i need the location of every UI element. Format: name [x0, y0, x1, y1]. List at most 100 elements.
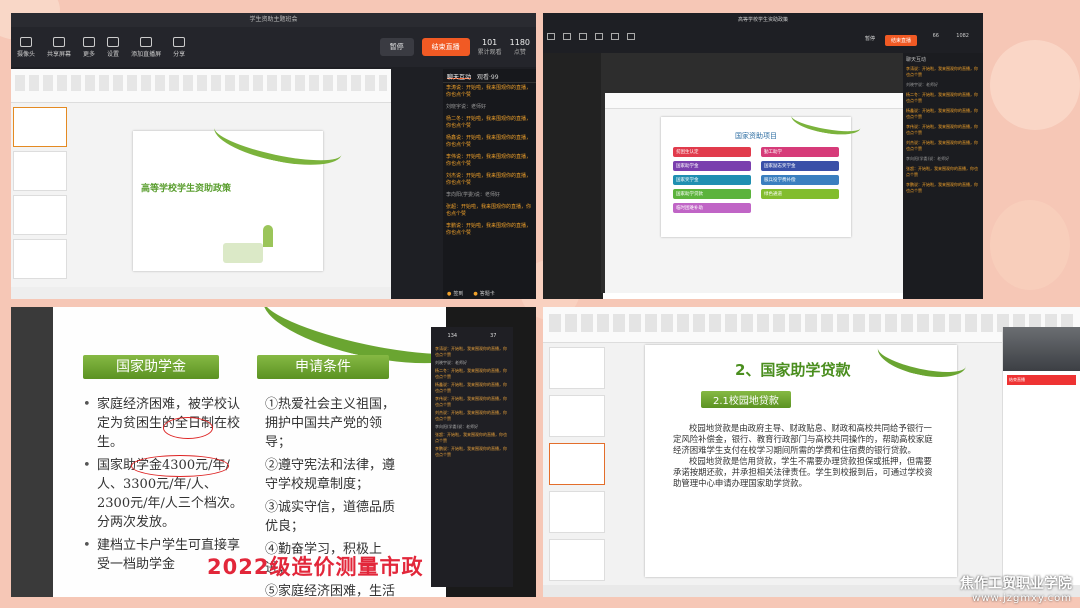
chat-message: 李涛说：开始啦，我来围观你的直播，你也点个赞 — [446, 85, 532, 98]
chat-message: 杨二冬：开始啦，我来围观你的直播，你也点个赞 — [446, 116, 532, 129]
camera-icon — [20, 36, 32, 47]
shared-screen: 国家资助项目 贫困生认定 勤工助学 国家助学金 国家励志奖学金 国家奖学金 服兵役学费补偿… — [601, 53, 905, 293]
chat-message: 刘杰说：开始啦，我来围观你的直播，你也点个赞 — [906, 140, 978, 151]
current-slide: 2、国家助学贷款 2.1校园地贷款 校园地贷款是由政府主导、财政贴息、财政和高校… — [645, 330, 970, 577]
add-screen-button[interactable]: 添加直播屏 — [131, 36, 161, 58]
chat-message-list: 李涛说：开始啦，我来围观你的直播，你也点个赞 刘晓宇说：老师好 杨二冬：开始啦，我来… — [903, 66, 983, 194]
tab-viewers[interactable]: 观看·99 — [477, 72, 499, 81]
stop-live-button[interactable]: 结束直播 — [1007, 375, 1076, 385]
project-item: 绿色通道 — [761, 189, 839, 199]
pause-button[interactable]: 暂停 — [379, 38, 414, 56]
classroom-photo: 国家助学金 申请条件 家庭经济困难，被学校认定为贫困生的全日制在校生。国家助学金… — [11, 307, 536, 597]
presentation-window: 国家资助项目 贫困生认定 勤工助学 国家助学金 国家励志奖学金 国家奖学金 服兵役学费补偿… — [605, 93, 905, 293]
chat-message: 李涛说：开始啦，我来围观你的直播，你也点个赞 — [435, 346, 507, 357]
toolbar-icons — [547, 33, 635, 40]
more-button[interactable]: 更多 — [83, 36, 96, 58]
viewer-count-value: 101 — [481, 38, 498, 47]
viewer-count: 66 — [932, 33, 939, 39]
annotation-circle — [131, 455, 229, 477]
slide-thumbnail[interactable] — [549, 443, 605, 485]
stream-header: 高等学校学生资助政策 暂停 结束直播 66 1082 — [543, 13, 983, 53]
list-item: ①热爱社会主义祖国，拥护中国共产党的领导； — [265, 397, 396, 450]
stop-live-button[interactable]: 结束直播 — [421, 38, 470, 56]
body-paragraph: 校园地贷款是由政府主导、财政贴息、财政和高校共同给予银行一定风险补偿金，银行、教… — [673, 423, 933, 455]
slide-thumbnail[interactable] — [13, 195, 67, 235]
status-bar — [11, 287, 391, 299]
chat-message: 李伟说：开始啦，我来围观你的直播，你也点个赞 — [435, 396, 507, 407]
body-paragraph: 校园地贷款是信用贷款，学生不需要办理贷款担保或抵押，但需要承诺按期还款，并承担相… — [673, 456, 933, 488]
stop-live-button[interactable]: 结束直播 — [884, 35, 917, 46]
chat-message: 李鹏说：开始啦，我来围观你的直播，你也点个赞 — [906, 182, 978, 193]
chat-message: 刘晓宇说：老师好 — [435, 360, 467, 365]
camera-preview — [1003, 327, 1080, 371]
book-illustration — [223, 243, 263, 263]
pause-button[interactable]: 暂停 — [865, 35, 875, 42]
chat-message: 刘晓宇说：老师好 — [446, 104, 487, 110]
slide-decoration — [210, 107, 346, 175]
camera-button[interactable]: 摄像头 — [17, 36, 35, 58]
answer-card-button[interactable]: 答题卡 — [473, 290, 495, 297]
settings-button[interactable]: 设置 — [107, 36, 119, 58]
slide-thumbnail[interactable] — [549, 395, 605, 437]
gear-icon[interactable] — [595, 33, 603, 40]
chat-message: 刘杰说：开始啦，我来围观你的直播，你也点个赞 — [435, 410, 507, 421]
slide-subtitle: 2.1校园地贷款 — [701, 391, 791, 408]
ribbon-tools[interactable] — [15, 75, 387, 91]
viewer-count: 101 累计观看 — [478, 38, 502, 56]
chat-message: 李涛说：开始啦，我来围观你的直播，你也点个赞 — [906, 66, 978, 77]
left-title: 国家助学金 — [83, 355, 219, 379]
add-screen-icon[interactable] — [611, 33, 619, 40]
screen-share-icon — [53, 36, 66, 47]
chat-message: 李向阳(学委)说：老师好 — [446, 192, 500, 198]
slide-thumbnail[interactable] — [13, 151, 67, 191]
list-item: ③诚实守信，道德品质优良； — [265, 500, 396, 534]
tab-chat[interactable]: 聊天互动 — [906, 56, 926, 63]
slide-thumbnail[interactable] — [13, 107, 67, 147]
ribbon[interactable] — [605, 93, 905, 109]
share-button[interactable]: 分享 — [173, 36, 186, 58]
slide-thumbnail[interactable] — [549, 539, 605, 581]
slide-thumbnails — [13, 107, 71, 285]
project-item: 勤工助学 — [761, 147, 839, 157]
background-decoration — [990, 200, 1070, 290]
slide-thumbnail[interactable] — [549, 491, 605, 533]
tab-chat[interactable]: 聊天互动 — [447, 72, 472, 81]
slide-title: 2、国家助学贷款 — [735, 361, 851, 379]
screen-share-label: 共享屏幕 — [47, 50, 72, 58]
slide-thumbnail[interactable] — [549, 347, 605, 389]
chat-message: 杨鑫说：开始啦，我来围观你的直播，你也点个赞 — [446, 135, 532, 148]
current-slide: 国家资助项目 贫困生认定 勤工助学 国家助学金 国家励志奖学金 国家奖学金 服兵役学费补偿… — [661, 105, 863, 237]
screen-share-button[interactable]: 共享屏幕 — [47, 36, 72, 58]
presentation-window: 高等学校学生资助政策 — [11, 69, 391, 299]
share-label: 分享 — [173, 50, 186, 58]
annotation-circle — [163, 417, 213, 439]
list-item: ⑤家庭经济困难，生活俭朴。 — [265, 584, 396, 597]
chat-message: 李向阳(学委)说：老师好 — [906, 156, 950, 161]
more-label: 更多 — [83, 50, 96, 58]
slide-body: 校园地贷款是由政府主导、财政贴息、财政和高校共同给予银行一定风险补偿金，银行、教… — [673, 423, 935, 489]
screen-share-icon[interactable] — [563, 33, 571, 40]
chat-message: 刘晓宇说：老师好 — [906, 82, 938, 87]
slide-thumbnail[interactable] — [13, 239, 67, 279]
lamp-illustration — [263, 225, 273, 247]
chat-panel: 聊天互动 观看·99 李涛说：开始啦，我来围观你的直播，你也点个赞刘晓宇说：老师… — [443, 69, 536, 299]
chat-panel: 聊天互动 李涛说：开始啦，我来围观你的直播，你也点个赞 刘晓宇说：老师好 杨二冬：开… — [903, 53, 983, 299]
school-watermark: 焦作工贸职业学院 www.jzgmxy.com — [960, 573, 1072, 604]
slide-thumbnails — [549, 347, 607, 585]
camera-icon[interactable] — [547, 33, 555, 40]
like-count: 37 — [490, 333, 497, 339]
slide-title: 高等学校学生资助政策 — [141, 184, 232, 194]
share-icon[interactable] — [627, 33, 635, 40]
class-caption: 2022级造价测量市政 — [207, 555, 424, 579]
project-item: 国家奖学金 — [673, 175, 751, 185]
chat-message: 李伟说：开始啦，我来围观你的直播，你也点个赞 — [446, 154, 532, 167]
window-title: 高等学校学生资助政策 — [737, 17, 788, 23]
add-screen-icon — [140, 36, 153, 47]
like-count: 1180 点赞 — [510, 38, 530, 56]
ribbon-tools[interactable] — [549, 314, 1074, 332]
right-title: 申请条件 — [257, 355, 389, 379]
more-icon[interactable] — [579, 33, 587, 40]
chat-message: 李鹏说：开始啦，我来围观你的直播，你也点个赞 — [435, 446, 507, 457]
checkin-button[interactable]: 签到 — [447, 290, 463, 297]
chat-message: 杨鑫说：开始啦，我来围观你的直播，你也点个赞 — [435, 382, 507, 393]
